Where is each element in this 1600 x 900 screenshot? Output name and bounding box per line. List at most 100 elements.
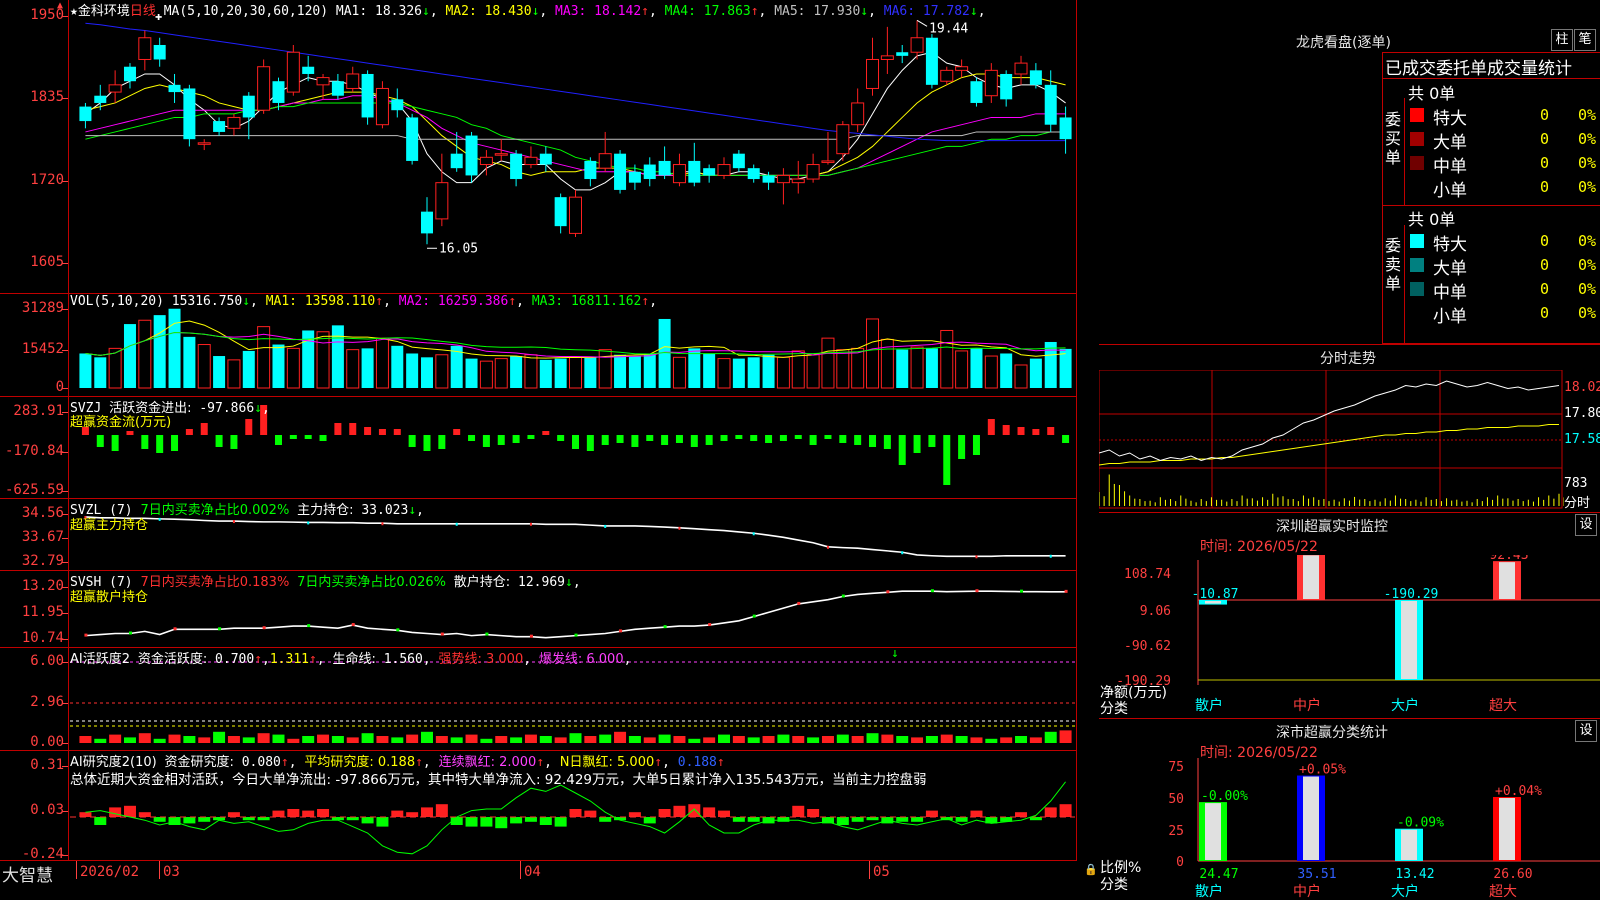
class-change-label: -0.00% <box>1201 789 1248 804</box>
low-label: 16.05 <box>439 241 478 256</box>
activity-bar <box>391 737 404 743</box>
volume-bar <box>375 337 389 389</box>
separator: , <box>516 294 532 309</box>
legend-swatch <box>1410 108 1424 122</box>
ma-item-1: MA1: 18.326 <box>335 4 422 19</box>
activity-bar <box>346 737 359 743</box>
activity-bar <box>153 738 166 743</box>
sz-class-chart[interactable]: 75 50 25 0 -0.00% 24.47散户 +0.05% 35.51中户 -0.09% 1… <box>1099 758 1600 900</box>
candle-body <box>94 95 107 103</box>
sz-class-settings-button[interactable]: 设 <box>1575 720 1597 742</box>
stock-name: 金科环境 <box>77 4 130 19</box>
y-tick-label: 31289 <box>21 300 64 316</box>
activity-bar <box>257 733 270 743</box>
candle-body <box>1000 73 1013 100</box>
ai-activity-arrow1: ↑ <box>254 652 263 667</box>
volume-bar <box>510 356 523 388</box>
activity-bar <box>168 734 181 743</box>
activity-bar <box>896 736 909 743</box>
kline-chart[interactable]: 19.44 16.05 <box>70 0 1075 294</box>
fund-flow-bar <box>958 435 966 459</box>
column-mode-button[interactable]: 柱 <box>1551 29 1573 51</box>
candle-body <box>851 102 865 126</box>
research-bar <box>599 817 612 822</box>
candle-body <box>703 168 716 176</box>
ma-item-2: MA2: 18.430 <box>445 4 532 19</box>
candle-body <box>762 175 775 183</box>
activity-bar <box>480 738 493 743</box>
y-tick-mark <box>62 452 68 453</box>
svsh-ratio-1: 7日内买卖净占比0.183% <box>140 575 290 590</box>
class-bar-shine <box>1401 829 1417 860</box>
candle-body <box>316 77 330 86</box>
row-pct: 0% <box>1578 304 1597 322</box>
class-bar-shine <box>1499 797 1515 860</box>
class-value-label: 13.42 <box>1395 867 1434 882</box>
hold-dot <box>529 522 532 526</box>
research-bar <box>1044 807 1057 817</box>
monitor-bar-中户 <box>1297 555 1325 600</box>
candle-body <box>821 160 835 163</box>
star-icon[interactable]: ★ <box>70 4 78 19</box>
ai-research-summary: 总体近期大资金相对活跃，今日大单净流出: -97.866万元，其中特大单净流入:… <box>70 772 927 788</box>
fund-flow-bar <box>690 435 698 447</box>
vol-ma-arrow: ↑ <box>375 294 384 309</box>
class-bar-大户 <box>1395 828 1423 861</box>
research-bar <box>391 810 404 817</box>
y-tick-mark <box>62 388 68 389</box>
activity-bar <box>643 737 656 743</box>
activity-bar <box>569 733 582 743</box>
research-bar <box>524 817 537 822</box>
sz-monitor-settings-button[interactable]: 设 <box>1575 514 1597 536</box>
fund-flow-bar <box>215 435 223 447</box>
volume-bar <box>361 348 374 388</box>
candle-body <box>940 69 954 82</box>
fund-flow-bar <box>631 435 639 447</box>
monitor-y-tick: -90.62 <box>1124 639 1171 654</box>
volume-bar <box>1059 348 1072 388</box>
candle-body <box>1059 117 1072 140</box>
research-bar <box>198 817 211 822</box>
monitor-y-tick: 108.74 <box>1124 567 1171 582</box>
y-tick-label: 34.56 <box>21 505 64 521</box>
activity-bar <box>836 734 849 743</box>
high-pointer <box>916 19 928 27</box>
activity-bar <box>762 736 775 743</box>
hold-dot <box>262 626 266 630</box>
activity-bar <box>524 734 537 743</box>
dragon-col-line <box>1404 225 1405 344</box>
row-label: 小单 <box>1433 181 1467 201</box>
row-count: 0 <box>1540 106 1550 124</box>
activity-bar <box>688 738 701 743</box>
activity-bar <box>911 737 924 743</box>
volume-bar <box>614 354 627 388</box>
volume-bar <box>955 350 969 389</box>
y-tick-label: -0.24 <box>21 846 64 862</box>
svsh-hold-value: 12.969 <box>518 575 565 590</box>
hold-dot <box>930 589 934 593</box>
volume-chart[interactable] <box>70 294 1075 396</box>
volume-bar <box>197 344 211 389</box>
fund-flow-bar <box>364 427 372 435</box>
y-tick-label: 11.95 <box>21 604 64 620</box>
intraday-vol-unit: 分时 <box>1564 496 1591 511</box>
vol-ma-values: MA1: 13598.110↑, MA2: 16259.386↑, MA3: 1… <box>266 294 657 309</box>
monitor-bar-大户 <box>1395 600 1423 680</box>
activity-bar <box>79 736 92 743</box>
period-label[interactable]: 日线 <box>130 4 156 19</box>
separator: , <box>977 4 986 19</box>
class-change-label: +0.05% <box>1299 763 1346 778</box>
brand-logo[interactable]: 大智慧 <box>2 861 53 886</box>
volume-bar <box>420 357 433 388</box>
y-tick-mark <box>62 350 68 351</box>
sz-monitor-time: 时间: 2026/05/22 <box>1200 539 1318 555</box>
sz-monitor-chart[interactable]: 108.749.06-90.62-190.29-10.87散户108.74中户-… <box>1099 555 1600 715</box>
hold-dot <box>678 526 681 530</box>
tick-mode-button[interactable]: 笔 <box>1574 29 1596 51</box>
candle-body <box>598 153 612 169</box>
total-count: 共 0单 <box>1408 84 1456 103</box>
axis-tick <box>76 861 77 879</box>
activity-bar <box>94 738 107 743</box>
intraday-chart[interactable] <box>1099 370 1564 510</box>
activity-bar <box>881 734 894 743</box>
